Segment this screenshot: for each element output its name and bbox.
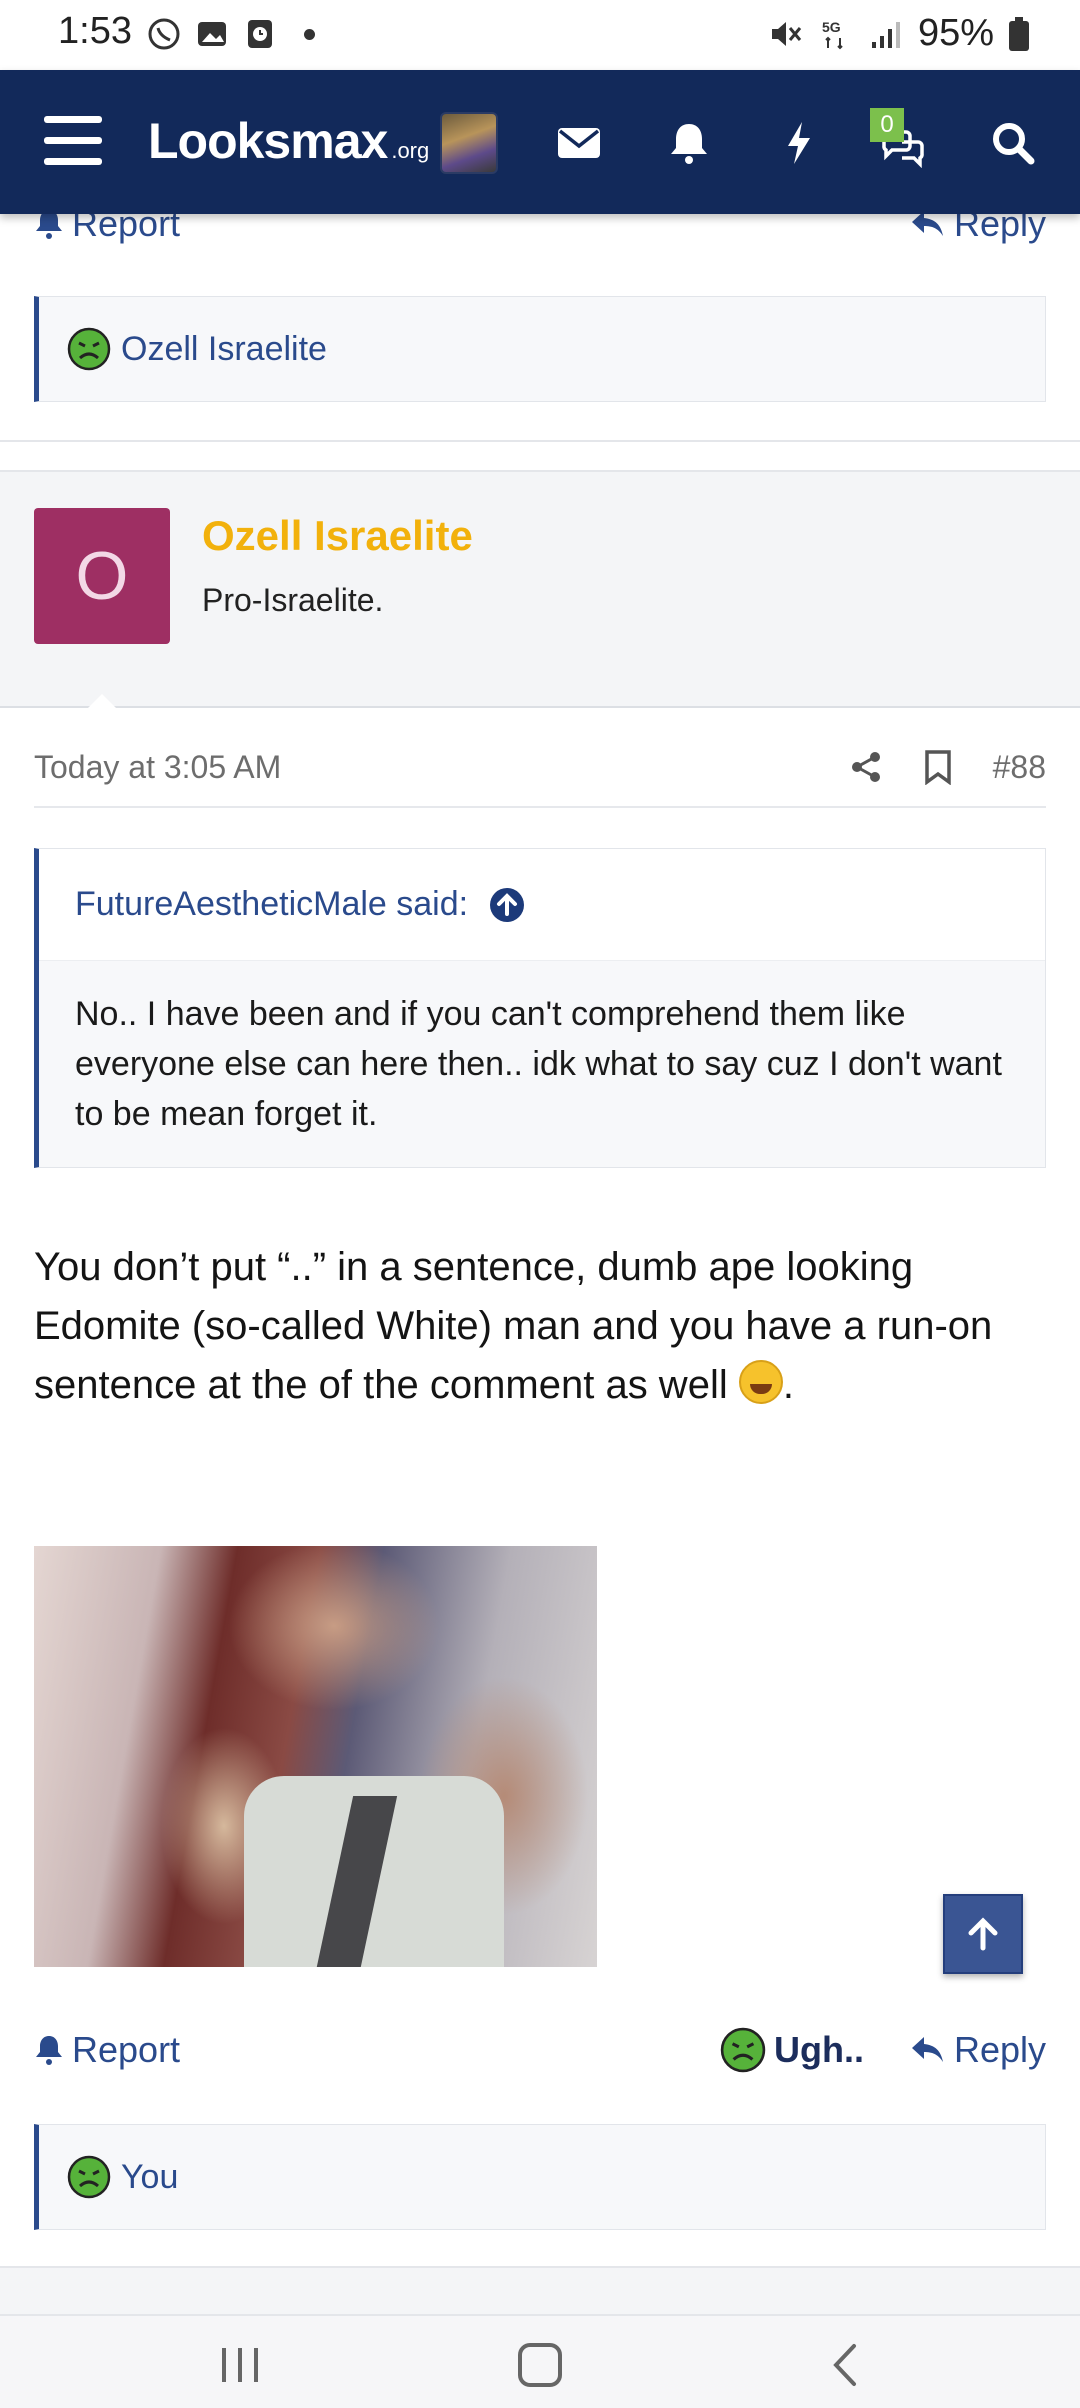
reaction-button[interactable]: Ugh.. [720,2027,864,2073]
bookmark-icon[interactable] [923,749,953,785]
viber-icon [148,18,180,50]
battery-percent: 95% [917,12,994,54]
logo-suffix: .org [391,138,430,163]
post-actions: Report Ugh.. Reply [34,2020,1046,2080]
lightning-icon[interactable] [774,118,824,168]
post-body-end: . [782,1363,794,1407]
arrow-up-circle-icon[interactable] [488,886,526,924]
sick-face-icon [67,2155,111,2199]
previous-post-actions: Report Reply [34,214,1046,254]
author-pointer [76,694,128,720]
post-number[interactable]: #88 [993,749,1046,786]
reply-icon [911,2037,943,2062]
quote-header[interactable]: FutureAestheticMale said: [39,849,1045,961]
reaction-user[interactable]: You [121,2158,178,2197]
scroll-top-button[interactable] [943,1894,1023,1974]
reply-icon [911,214,943,236]
bell-icon[interactable] [664,118,714,168]
app-header: Looksmax .org 0 [0,70,1080,214]
report-label: Report [72,214,181,244]
conversations-badge: 0 [870,108,904,142]
back-icon[interactable] [816,2340,876,2390]
bell-icon [36,2036,62,2065]
network-5g-icon: 5G [822,19,843,49]
user-avatar-button[interactable] [440,112,498,174]
reply-label: Reply [953,214,1046,244]
system-status: 5G 95% [768,12,1030,55]
menu-bar-line [44,116,102,123]
reply-label: Reply [953,2029,1046,2070]
logo-text: Looksmax [148,113,388,169]
recent-apps-icon[interactable] [210,2340,270,2390]
post-separator [0,2266,1080,2314]
share-icon[interactable] [849,750,883,784]
report-label: Report [72,2029,181,2070]
notification-icons [146,16,315,52]
search-icon[interactable] [988,118,1038,168]
signal-icon [871,21,900,48]
reactions-bar[interactable]: You [34,2124,1046,2230]
reply-link[interactable]: Reply [910,214,1046,245]
system-nav-bar [0,2314,1080,2408]
clock-app-icon [248,20,272,48]
site-logo[interactable]: Looksmax .org [148,112,429,170]
post-author-block: O Ozell Israelite Pro-Israelite. [0,470,1080,720]
menu-bar-line [44,137,102,144]
home-icon[interactable] [510,2340,570,2390]
quote-block: FutureAestheticMale said: No.. I have be… [34,848,1046,1168]
reply-link[interactable]: Reply [910,2029,1046,2071]
post-timestamp[interactable]: Today at 3:05 AM [34,749,281,786]
post-actions-right: Ugh.. Reply [720,2027,1046,2073]
post-meta-actions: #88 [849,749,1046,786]
thread-content: Report Reply Ozell Israelite O Ozell Isr… [0,214,1080,2314]
sick-face-icon [67,327,111,371]
sick-face-icon [720,2027,766,2073]
status-bar: 1:53 5G 95% [0,0,1080,70]
more-notifications-dot [304,28,315,40]
report-link[interactable]: Report [34,2029,180,2071]
post-meta: Today at 3:05 AM #88 [34,728,1046,808]
report-link[interactable]: Report [34,214,180,245]
reactions-bar[interactable]: Ozell Israelite [34,296,1046,402]
mute-icon [771,21,802,46]
reaction-label: Ugh.. [773,2029,864,2070]
post-gif-image[interactable] [34,1546,597,1967]
avatar-letter: O [75,538,129,614]
gallery-icon [198,22,226,46]
menu-button[interactable] [44,116,102,166]
reaction-user[interactable]: Ozell Israelite [121,330,327,369]
quote-text: No.. I have been and if you can't compre… [75,995,1002,1133]
envelope-icon[interactable] [554,118,604,168]
quote-author[interactable]: FutureAestheticMale said: [75,885,468,924]
author-title: Pro-Israelite. [202,582,384,618]
laughing-emoji-icon [738,1360,783,1404]
svg-text:5G: 5G [822,19,841,35]
author-avatar[interactable]: O [34,508,170,644]
post-body: You don’t put “..” in a sentence, dumb a… [34,1238,1044,1415]
arrow-up-icon [968,1917,998,1951]
post-separator [0,440,1080,442]
menu-bar-line [44,158,102,165]
bell-icon [36,214,62,239]
author-name[interactable]: Ozell Israelite [202,512,473,560]
battery-icon [1009,16,1029,51]
status-time: 1:53 [58,10,132,52]
post-body-text: You don’t put “..” in a sentence, dumb a… [34,1245,993,1407]
